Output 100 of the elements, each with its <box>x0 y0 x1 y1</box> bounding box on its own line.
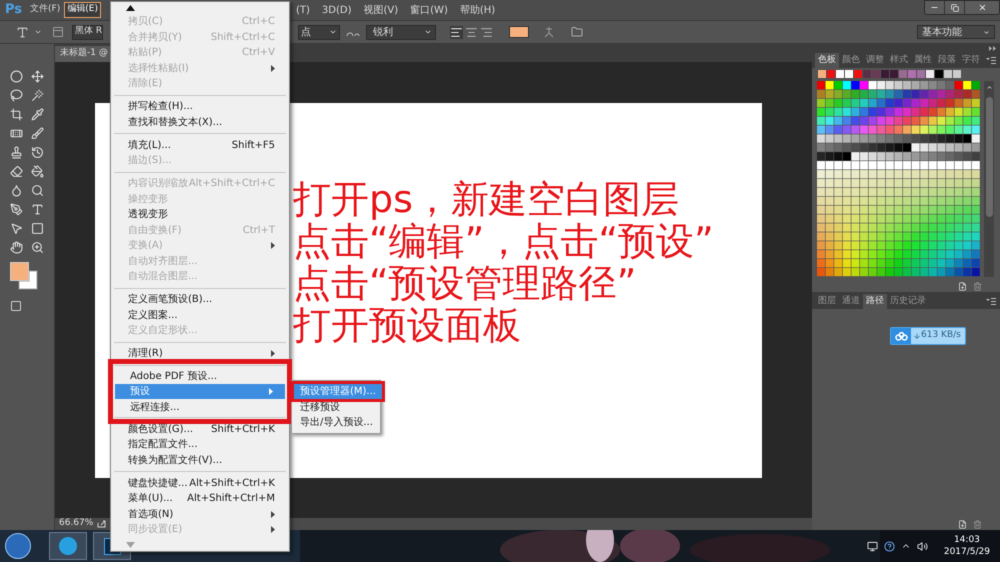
foreground-color-swatch[interactable] <box>10 262 29 281</box>
type-icon[interactable] <box>31 203 44 216</box>
history-brush-icon[interactable] <box>31 146 44 159</box>
menu-item[interactable]: 指定配置文件... <box>113 436 287 452</box>
menu-item[interactable]: 拼写检查(H)... <box>113 99 287 115</box>
menu-item[interactable]: 键盘快捷键... Alt+Shift+Ctrl+K <box>113 475 287 491</box>
panel-tab[interactable]: 调整 <box>863 53 887 68</box>
caret-icon[interactable] <box>34 28 42 36</box>
share-icon[interactable] <box>97 520 106 528</box>
move-icon[interactable] <box>31 70 44 83</box>
panel-menu-icon[interactable] <box>986 297 996 305</box>
menu-item[interactable]: 转换为配置文件(V)... <box>113 452 287 468</box>
menu-item[interactable]: 填充(L)... Shift+F5 <box>113 138 287 154</box>
droplet-icon[interactable] <box>10 184 23 197</box>
shortcut-text: Alt+Shift+Ctrl+K <box>189 476 275 491</box>
submenu-item[interactable]: 预设管理器(M)... <box>294 384 382 400</box>
panel-tab[interactable]: 颜色 <box>839 53 863 68</box>
menu-bar-item[interactable]: (T) <box>292 2 314 18</box>
scroll-up-icon[interactable] <box>986 84 992 91</box>
crop-icon[interactable] <box>10 108 23 121</box>
stamp-icon[interactable] <box>10 146 23 159</box>
zoom-icon[interactable] <box>31 241 44 254</box>
restore-button[interactable] <box>945 1 965 14</box>
download-speed-badge[interactable]: 613 KB/s <box>890 327 966 345</box>
magic-wand-icon[interactable] <box>31 89 44 102</box>
paint-bucket-icon[interactable] <box>31 165 44 178</box>
bandage-icon[interactable] <box>10 127 23 140</box>
new-swatch-icon[interactable] <box>958 282 967 290</box>
menu-bar-item[interactable]: 窗口(W) <box>406 2 452 18</box>
pointer-icon[interactable] <box>10 222 23 235</box>
menu-item-label: 远程连接... <box>130 400 181 414</box>
hand-icon[interactable] <box>10 241 23 254</box>
new-path-icon[interactable] <box>958 520 967 528</box>
network-icon[interactable] <box>866 540 878 552</box>
background-color-swatch[interactable] <box>18 270 38 290</box>
eyedropper-icon[interactable] <box>31 108 44 121</box>
help-icon[interactable] <box>884 540 895 552</box>
menu-item-label: 定义图案... <box>128 308 179 323</box>
zoom-level: 66.67% <box>59 517 94 530</box>
menu-item[interactable]: 清理(R) <box>113 346 287 362</box>
align-left-icon[interactable] <box>450 26 463 38</box>
panel-tab[interactable]: 图层 <box>815 294 839 309</box>
align-right-icon[interactable] <box>480 26 493 38</box>
menu-item[interactable]: 首选项(N) <box>113 506 287 522</box>
menu-bar-item[interactable]: 视图(V) <box>360 2 402 18</box>
rectangle-icon[interactable] <box>31 222 44 235</box>
panel-tab[interactable]: 字符 <box>959 53 983 68</box>
menu-item[interactable]: Adobe PDF 预设... <box>115 368 285 384</box>
panel-tab[interactable]: 色板 <box>815 53 839 68</box>
scrollbar[interactable] <box>984 81 994 277</box>
brush-icon[interactable] <box>31 127 44 140</box>
ellipse-marquee-icon[interactable] <box>10 70 23 83</box>
menu-item[interactable]: 定义图案... <box>113 308 287 324</box>
menu-bar-item[interactable]: 文件(F) <box>28 2 62 18</box>
menu-bar-item[interactable]: 编辑(E) <box>64 2 101 18</box>
trash-icon[interactable] <box>973 520 982 528</box>
menu-bar-item[interactable]: 3D(D) <box>318 2 356 18</box>
type-tool-icon[interactable] <box>16 26 29 38</box>
scroll-thumb[interactable] <box>986 97 992 217</box>
panel-tab[interactable]: 属性 <box>911 53 935 68</box>
menu-item[interactable]: 菜单(U)... Alt+Shift+Ctrl+M <box>113 490 287 506</box>
panel-tab[interactable]: 样式 <box>887 53 911 68</box>
shortcut-text: Ctrl+T <box>242 224 275 238</box>
minimize-button[interactable] <box>925 1 945 14</box>
submenu-item[interactable]: 迁移预设 <box>292 399 380 415</box>
menu-bar-item[interactable]: 帮助(H) <box>456 2 500 18</box>
panel-tab[interactable]: 段落 <box>935 53 959 68</box>
menu-item[interactable]: 查找和替换文本(X)... <box>113 114 287 130</box>
menu-item[interactable]: 定义画笔预设(B)... <box>113 292 287 308</box>
menu-item[interactable]: 透视变形 <box>113 207 287 223</box>
pen-icon[interactable] <box>10 203 23 216</box>
workspace-select[interactable]: 基本功能 <box>917 25 995 39</box>
menu-item[interactable]: 远程连接... <box>115 399 285 415</box>
trash-icon[interactable] <box>973 282 982 290</box>
quick-mask-icon[interactable] <box>10 300 22 312</box>
panel-menu-icon[interactable] <box>986 56 996 64</box>
font-family-field[interactable]: 黑体 R <box>72 24 103 40</box>
browser-taskbar-icon[interactable] <box>49 532 87 560</box>
panel-tab[interactable]: 通道 <box>839 294 863 309</box>
menu-item-label: 变换(A) <box>128 238 164 254</box>
shortcut-text: Shift+Ctrl+K <box>211 422 275 437</box>
menu-item[interactable]: 预设 <box>115 384 285 400</box>
submenu-item[interactable]: 导出/导入预设... <box>292 414 380 430</box>
antialias-select[interactable]: 锐利 <box>366 24 436 40</box>
eraser-icon[interactable] <box>10 165 23 178</box>
menu-item-label: 填充(L)... <box>128 138 172 153</box>
font-size-field[interactable]: 点 <box>298 24 340 40</box>
panel-tab[interactable]: 路径 <box>863 294 887 309</box>
panel-tab[interactable]: 历史记录 <box>887 294 929 309</box>
recent-swatches-drawing[interactable] <box>818 70 962 79</box>
menu-item[interactable]: 颜色设置(G)... Shift+Ctrl+K <box>113 421 287 437</box>
text-color-swatch[interactable] <box>509 26 529 38</box>
lasso-icon[interactable] <box>10 89 23 102</box>
search-icon[interactable] <box>31 184 44 197</box>
volume-icon[interactable] <box>916 540 928 552</box>
swatch-grid-drawing[interactable] <box>817 81 981 277</box>
scroll-up-icon[interactable] <box>126 4 135 11</box>
menu-item-label: 自由变换(F) <box>128 224 183 238</box>
document-tab[interactable]: 未标题-1 @ <box>55 46 111 62</box>
menu-item-label: 定义画笔预设(B)... <box>128 292 214 308</box>
